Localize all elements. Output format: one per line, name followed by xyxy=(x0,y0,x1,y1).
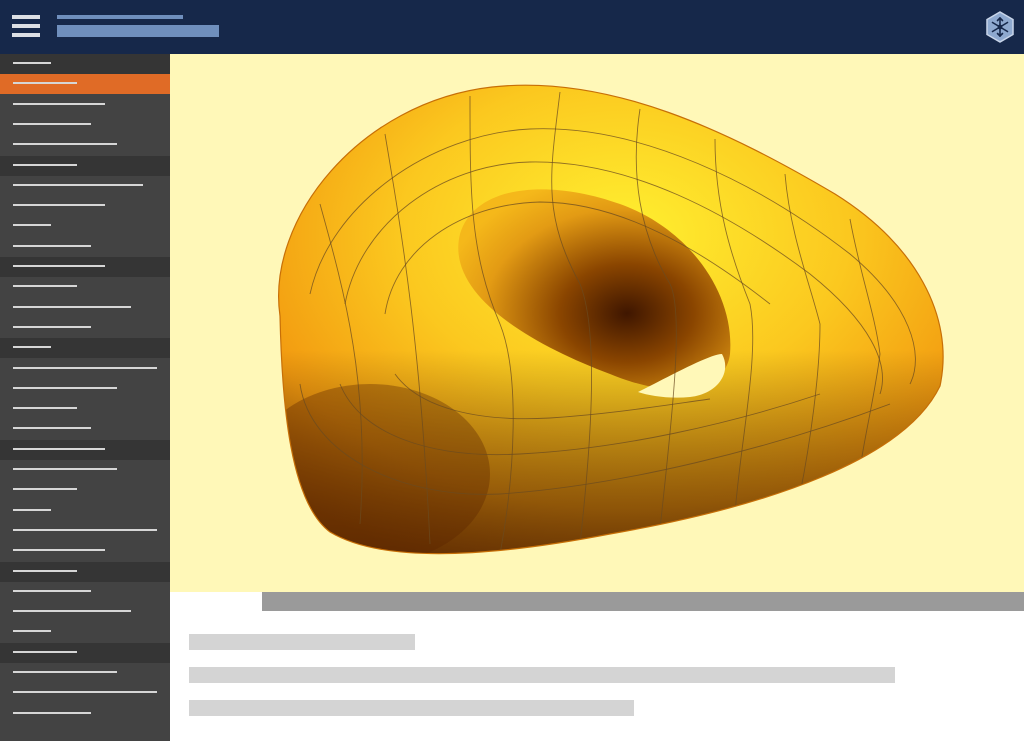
text-line-placeholder xyxy=(189,634,415,650)
sidebar-item-label-placeholder xyxy=(13,346,51,349)
sidebar-item-label-placeholder xyxy=(13,244,91,247)
sidebar-item-label-placeholder xyxy=(13,366,157,369)
sidebar-item-label-placeholder xyxy=(13,711,91,714)
sidebar-item-label-placeholder xyxy=(13,630,51,633)
sidebar-item-label-placeholder xyxy=(13,285,77,288)
sidebar-item-label-placeholder xyxy=(13,102,105,105)
sidebar-item-label-placeholder xyxy=(13,82,77,85)
sidebar-item[interactable] xyxy=(0,663,170,683)
sidebar-item-label-placeholder xyxy=(13,407,77,410)
sidebar-item-label-placeholder xyxy=(13,610,131,613)
sidebar-item[interactable] xyxy=(0,582,170,602)
sidebar-item[interactable] xyxy=(0,521,170,541)
sidebar-item-label-placeholder xyxy=(13,650,77,653)
sidebar-item-label-placeholder xyxy=(13,508,51,511)
sidebar-item[interactable] xyxy=(0,501,170,521)
sidebar-item[interactable] xyxy=(0,379,170,399)
sidebar-item-label-placeholder xyxy=(13,589,91,592)
sidebar-item-label-placeholder xyxy=(13,163,77,166)
sidebar-item-label-placeholder xyxy=(13,447,105,450)
sidebar-item[interactable] xyxy=(0,541,170,561)
page-subtitle-placeholder xyxy=(57,15,183,19)
sidebar-item[interactable] xyxy=(0,419,170,439)
sidebar-item-active[interactable] xyxy=(0,74,170,95)
sidebar-item[interactable] xyxy=(0,359,170,379)
text-line-placeholder xyxy=(189,700,634,716)
sidebar-section-header[interactable] xyxy=(0,155,170,176)
snowflake-hexagon-logo-icon[interactable] xyxy=(985,11,1015,43)
sidebar-item-label-placeholder xyxy=(13,671,117,673)
sidebar-item-label-placeholder xyxy=(13,386,117,389)
sidebar-item[interactable] xyxy=(0,216,170,236)
sidebar-item-label-placeholder xyxy=(13,204,105,207)
sidebar-item-label-placeholder xyxy=(13,691,157,694)
sidebar-item-label-placeholder xyxy=(13,224,51,227)
sidebar-item[interactable] xyxy=(0,298,170,318)
horizontal-scrollbar[interactable] xyxy=(262,592,1024,611)
sidebar-item-label-placeholder xyxy=(13,183,143,186)
sidebar-item[interactable] xyxy=(0,196,170,216)
sidebar-item-label-placeholder xyxy=(13,265,105,267)
sidebar-item[interactable] xyxy=(0,176,170,196)
hamburger-menu-icon[interactable] xyxy=(12,15,40,37)
sidebar-item[interactable] xyxy=(0,480,170,500)
sidebar-item[interactable] xyxy=(0,277,170,297)
sidebar-item[interactable] xyxy=(0,318,170,338)
sidebar-item[interactable] xyxy=(0,460,170,480)
sidebar-section-header[interactable] xyxy=(0,257,170,277)
sidebar-section-header[interactable] xyxy=(0,338,170,359)
sidebar-item[interactable] xyxy=(0,602,170,622)
sidebar-item[interactable] xyxy=(0,115,170,135)
sidebar-item-label-placeholder xyxy=(13,549,105,552)
sidebar-item[interactable] xyxy=(0,399,170,419)
sidebar-section-header[interactable] xyxy=(0,642,170,663)
sidebar-item[interactable] xyxy=(0,704,170,724)
sidebar-section-header[interactable] xyxy=(0,439,170,460)
sidebar-item-label-placeholder xyxy=(13,569,77,572)
sidebar-section-header[interactable] xyxy=(0,54,170,74)
sidebar-item-label-placeholder xyxy=(13,528,157,531)
top-bar xyxy=(0,0,1024,54)
3d-plot-viewport[interactable] xyxy=(170,54,1024,592)
sidebar-item-label-placeholder xyxy=(13,62,51,64)
sidebar-item-label-placeholder xyxy=(13,325,91,328)
sidebar-item-label-placeholder xyxy=(13,427,91,430)
page-title-placeholder xyxy=(57,25,219,37)
sidebar-item-label-placeholder xyxy=(13,143,117,146)
sidebar-item[interactable] xyxy=(0,135,170,155)
sidebar-item-label-placeholder xyxy=(13,122,91,125)
sidebar-item[interactable] xyxy=(0,683,170,703)
sidebar-item-label-placeholder xyxy=(13,488,77,491)
sidebar-item-label-placeholder xyxy=(13,468,117,470)
sidebar-item[interactable] xyxy=(0,95,170,115)
sidebar-item[interactable] xyxy=(0,622,170,642)
torus-surface-render xyxy=(278,84,944,555)
sidebar-item[interactable] xyxy=(0,237,170,257)
sidebar-section-header[interactable] xyxy=(0,561,170,582)
sidebar-item-label-placeholder xyxy=(13,305,131,308)
text-line-placeholder xyxy=(189,667,895,683)
sidebar-nav xyxy=(0,54,170,741)
